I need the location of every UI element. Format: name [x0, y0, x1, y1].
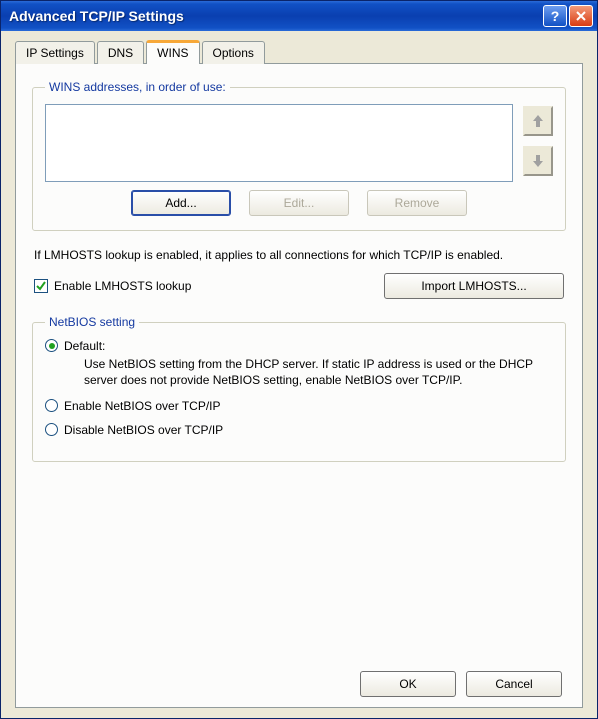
tab-dns[interactable]: DNS — [97, 41, 144, 64]
wins-addresses-legend: WINS addresses, in order of use: — [45, 80, 230, 94]
checkbox-icon — [34, 279, 48, 293]
wins-address-listbox[interactable] — [45, 104, 513, 182]
add-button[interactable]: Add... — [131, 190, 231, 216]
radio-icon — [45, 339, 58, 352]
radio-icon — [45, 399, 58, 412]
netbios-disable-radio[interactable]: Disable NetBIOS over TCP/IP — [45, 423, 553, 437]
cancel-button[interactable]: Cancel — [466, 671, 562, 697]
edit-button: Edit... — [249, 190, 349, 216]
netbios-default-desc: Use NetBIOS setting from the DHCP server… — [84, 356, 553, 388]
tab-options[interactable]: Options — [202, 41, 265, 64]
ok-button[interactable]: OK — [360, 671, 456, 697]
wins-addresses-group: WINS addresses, in order of use: — [32, 80, 566, 231]
tab-panel-wins: WINS addresses, in order of use: — [15, 63, 583, 708]
client-area: IP Settings DNS WINS Options WINS addres… — [1, 31, 597, 718]
tab-strip: IP Settings DNS WINS Options — [15, 39, 583, 63]
close-icon — [576, 11, 586, 21]
enable-lmhosts-label: Enable LMHOSTS lookup — [54, 279, 191, 293]
arrow-up-icon — [532, 114, 544, 128]
radio-icon — [45, 423, 58, 436]
close-button[interactable] — [569, 5, 593, 27]
move-down-button[interactable] — [523, 146, 553, 176]
move-up-button[interactable] — [523, 106, 553, 136]
netbios-legend: NetBIOS setting — [45, 315, 139, 329]
netbios-group: NetBIOS setting Default: Use NetBIOS set… — [32, 315, 566, 461]
help-button[interactable]: ? — [543, 5, 567, 27]
netbios-default-radio[interactable]: Default: Use NetBIOS setting from the DH… — [45, 339, 553, 388]
lmhosts-info-text: If LMHOSTS lookup is enabled, it applies… — [34, 247, 564, 263]
window-title: Advanced TCP/IP Settings — [9, 8, 541, 24]
titlebar[interactable]: Advanced TCP/IP Settings ? — [1, 1, 597, 31]
help-icon: ? — [551, 8, 560, 24]
netbios-disable-label: Disable NetBIOS over TCP/IP — [64, 423, 223, 437]
netbios-default-label: Default: — [64, 339, 553, 353]
import-lmhosts-button[interactable]: Import LMHOSTS... — [384, 273, 564, 299]
arrow-down-icon — [532, 154, 544, 168]
tab-wins[interactable]: WINS — [146, 40, 199, 64]
netbios-enable-radio[interactable]: Enable NetBIOS over TCP/IP — [45, 399, 553, 413]
tab-ip-settings[interactable]: IP Settings — [15, 41, 95, 64]
netbios-enable-label: Enable NetBIOS over TCP/IP — [64, 399, 221, 413]
remove-button: Remove — [367, 190, 467, 216]
enable-lmhosts-checkbox[interactable]: Enable LMHOSTS lookup — [34, 279, 191, 293]
dialog-footer: OK Cancel — [32, 661, 566, 697]
dialog-window: Advanced TCP/IP Settings ? IP Settings D… — [0, 0, 598, 719]
